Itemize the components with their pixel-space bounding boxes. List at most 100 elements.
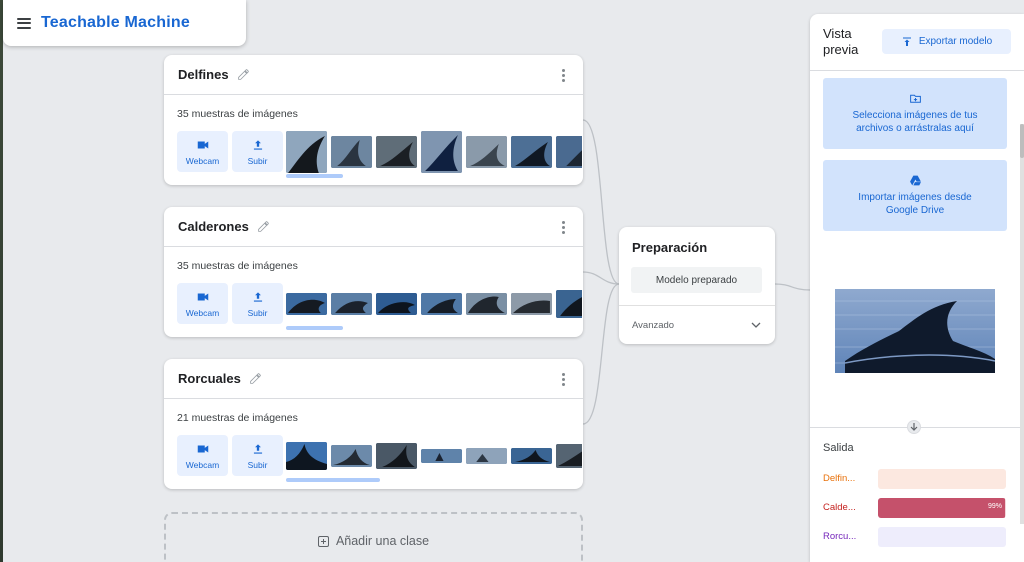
class-card-delfines: Delfines 35 muestras de imágenes Webcam …: [164, 55, 583, 185]
output-row: Rorcu...: [823, 527, 1007, 547]
webcam-icon: [197, 445, 208, 452]
class-name[interactable]: Calderones: [178, 219, 249, 234]
upload-label: Subir: [247, 459, 268, 470]
confidence-bar: [878, 469, 1006, 489]
upload-label: Subir: [247, 155, 268, 166]
more-vert-icon[interactable]: [562, 373, 565, 386]
output-row: Delfin...: [823, 469, 1007, 489]
preview-panel: Vista previa Exportar modelo Selecciona …: [810, 14, 1024, 562]
preview-title: Vista previa: [823, 26, 859, 57]
upload-button[interactable]: Subir: [232, 435, 283, 476]
folder-add-icon: [909, 94, 921, 103]
drop-text: Selecciona imágenes de tus archivos o ar…: [852, 110, 978, 134]
webcam-icon: [197, 293, 208, 300]
class-header: Rorcuales: [164, 359, 583, 399]
app-header: Teachable Machine: [3, 0, 246, 46]
sample-count: 35 muestras de imágenes: [177, 108, 298, 120]
menu-icon[interactable]: [17, 17, 31, 29]
upload-icon: [253, 291, 262, 302]
sample-image[interactable]: [286, 131, 327, 173]
sample-image[interactable]: [331, 293, 372, 315]
sample-image[interactable]: [331, 136, 372, 168]
sample-image[interactable]: [466, 293, 507, 315]
add-class-label: Añadir una clase: [335, 534, 430, 548]
upload-button[interactable]: Subir: [232, 283, 283, 324]
upload-icon: [253, 139, 262, 150]
webcam-label: Webcam: [185, 307, 220, 318]
app-title[interactable]: Teachable Machine: [41, 14, 190, 32]
webcam-icon: [197, 141, 208, 148]
webcam-button[interactable]: Webcam: [177, 131, 228, 172]
class-name[interactable]: Rorcuales: [178, 371, 241, 386]
sample-image[interactable]: [286, 442, 327, 470]
sample-thumbnails: [286, 131, 582, 173]
advanced-label[interactable]: Avanzado: [632, 320, 674, 331]
more-vert-icon[interactable]: [562, 69, 565, 82]
output-title: Salida: [823, 442, 854, 454]
webcam-button[interactable]: Webcam: [177, 283, 228, 324]
google-drive-import[interactable]: Importar imágenes desde Google Drive: [823, 160, 1007, 231]
sample-image[interactable]: [511, 448, 552, 464]
thumbnail-scrollbar[interactable]: [286, 174, 343, 178]
export-icon: [902, 37, 911, 46]
class-card-rorcuales: Rorcuales 21 muestras de imágenes Webcam…: [164, 359, 583, 489]
sample-image[interactable]: [466, 136, 507, 168]
sample-image[interactable]: [511, 293, 552, 315]
train-model-button[interactable]: Modelo preparado: [631, 267, 762, 293]
sample-image[interactable]: [376, 136, 417, 168]
webcam-button[interactable]: Webcam: [177, 435, 228, 476]
google-drive-icon: [909, 175, 921, 186]
sample-image[interactable]: [556, 136, 582, 168]
sample-thumbnails: [286, 435, 582, 477]
sample-image[interactable]: [331, 445, 372, 467]
pencil-icon[interactable]: [237, 68, 250, 81]
webcam-label: Webcam: [185, 459, 220, 470]
sample-count: 35 muestras de imágenes: [177, 260, 298, 272]
class-header: Delfines: [164, 55, 583, 95]
arrow-down-icon: [907, 420, 921, 434]
sample-image[interactable]: [421, 449, 462, 463]
add-box-icon: [317, 536, 329, 547]
pencil-icon[interactable]: [249, 372, 262, 385]
panel-scrollbar[interactable]: [1020, 124, 1024, 524]
class-card-calderones: Calderones 35 muestras de imágenes Webca…: [164, 207, 583, 337]
webcam-label: Webcam: [185, 155, 220, 166]
sample-image[interactable]: [556, 290, 582, 318]
confidence-bar: 99%: [878, 498, 1006, 518]
sample-image[interactable]: [376, 443, 417, 469]
sample-image[interactable]: [286, 293, 327, 315]
training-card: Preparación Modelo preparado Avanzado: [619, 227, 775, 344]
confidence-bar: [878, 527, 1006, 547]
thumbnail-scrollbar[interactable]: [286, 326, 343, 330]
sample-image[interactable]: [511, 136, 552, 168]
output-label: Rorcu...: [823, 531, 857, 542]
sample-thumbnails: [286, 283, 582, 325]
confidence-fill: [878, 498, 1005, 518]
upload-icon: [253, 443, 262, 454]
drive-text: Importar imágenes desde Google Drive: [858, 192, 972, 216]
thumbnail-scrollbar[interactable]: [286, 478, 380, 482]
add-class-button[interactable]: Añadir una clase: [164, 512, 583, 562]
chevron-down-icon[interactable]: [751, 320, 761, 330]
sample-image[interactable]: [421, 293, 462, 315]
output-row: Calde... 99%: [823, 498, 1007, 518]
confidence-percent: 99%: [987, 503, 1002, 510]
file-drop-zone[interactable]: Selecciona imágenes de tus archivos o ar…: [823, 78, 1007, 149]
more-vert-icon[interactable]: [562, 221, 565, 234]
divider: [810, 70, 1024, 71]
preview-image: [835, 289, 995, 373]
training-title: Preparación: [632, 240, 708, 255]
sample-image[interactable]: [421, 131, 462, 173]
class-header: Calderones: [164, 207, 583, 247]
pencil-icon[interactable]: [257, 220, 270, 233]
divider: [619, 305, 775, 306]
class-name[interactable]: Delfines: [178, 67, 229, 82]
export-label: Exportar modelo: [918, 36, 993, 47]
upload-button[interactable]: Subir: [232, 131, 283, 172]
sample-count: 21 muestras de imágenes: [177, 412, 298, 424]
background-strip: [0, 0, 3, 562]
sample-image[interactable]: [376, 293, 417, 315]
sample-image[interactable]: [466, 448, 507, 464]
export-model-button[interactable]: Exportar modelo: [882, 29, 1011, 54]
sample-image[interactable]: [556, 444, 582, 468]
